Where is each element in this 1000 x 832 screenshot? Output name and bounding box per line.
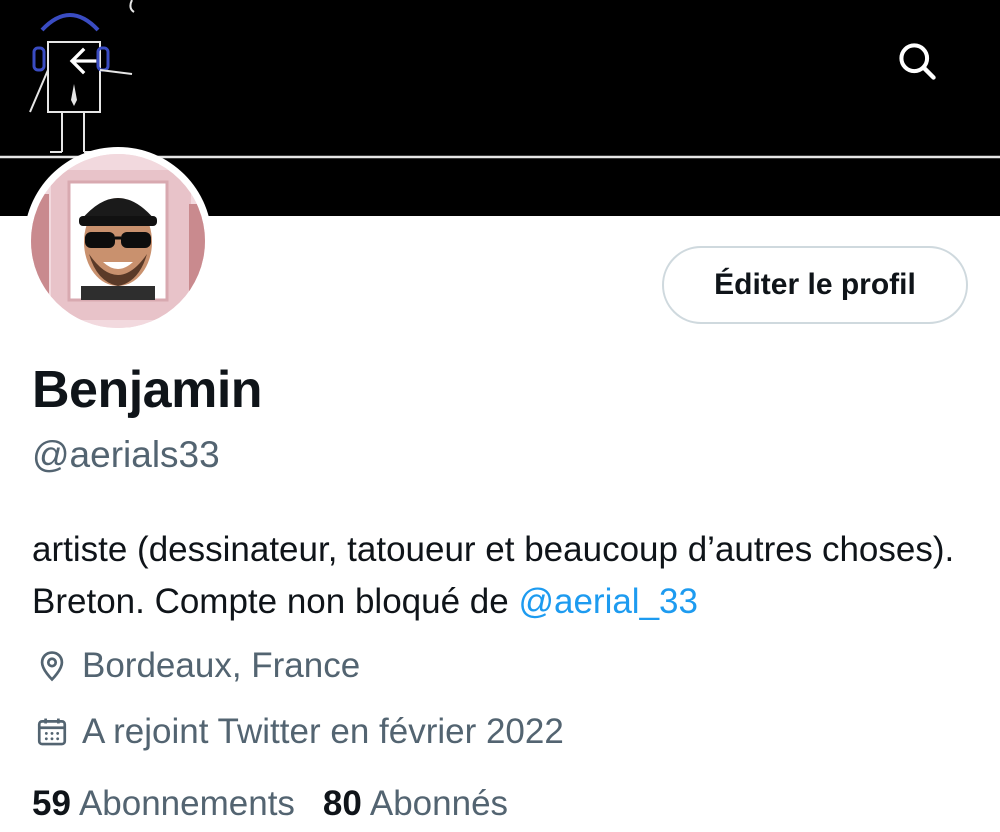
arrow-left-icon bbox=[69, 47, 97, 75]
calendar-icon bbox=[32, 712, 72, 752]
followers-label: Abonnés bbox=[369, 784, 509, 823]
followers-count: 80 bbox=[322, 784, 362, 823]
location-text: Bordeaux, France bbox=[82, 646, 361, 685]
avatar-photo bbox=[31, 154, 205, 328]
edit-profile-button[interactable]: Éditer le profil bbox=[662, 246, 968, 324]
follow-stats: 59 Abonnements 80 Abonnés bbox=[32, 784, 508, 824]
bio-mention-link[interactable]: @aerial_33 bbox=[518, 582, 698, 621]
display-name: Benjamin bbox=[32, 361, 263, 419]
following-link[interactable]: 59 Abonnements bbox=[32, 784, 295, 824]
following-count: 59 bbox=[32, 784, 71, 823]
location-row: Bordeaux, France bbox=[32, 646, 360, 686]
back-button[interactable] bbox=[52, 30, 114, 92]
following-label: Abonnements bbox=[78, 784, 295, 823]
profile-bio: artiste (dessinateur, tatoueur et beauco… bbox=[32, 524, 977, 628]
bio-text: artiste (dessinateur, tatoueur et beauco… bbox=[32, 530, 955, 621]
avatar[interactable] bbox=[24, 147, 212, 335]
followers-link[interactable]: 80 Abonnés bbox=[323, 784, 508, 824]
search-button[interactable] bbox=[884, 28, 950, 94]
joined-text: A rejoint Twitter en février 2022 bbox=[82, 712, 564, 751]
joined-row: A rejoint Twitter en février 2022 bbox=[32, 712, 564, 752]
location-pin-icon bbox=[32, 646, 72, 686]
user-handle: @aerials33 bbox=[32, 434, 220, 475]
search-icon bbox=[899, 43, 936, 80]
